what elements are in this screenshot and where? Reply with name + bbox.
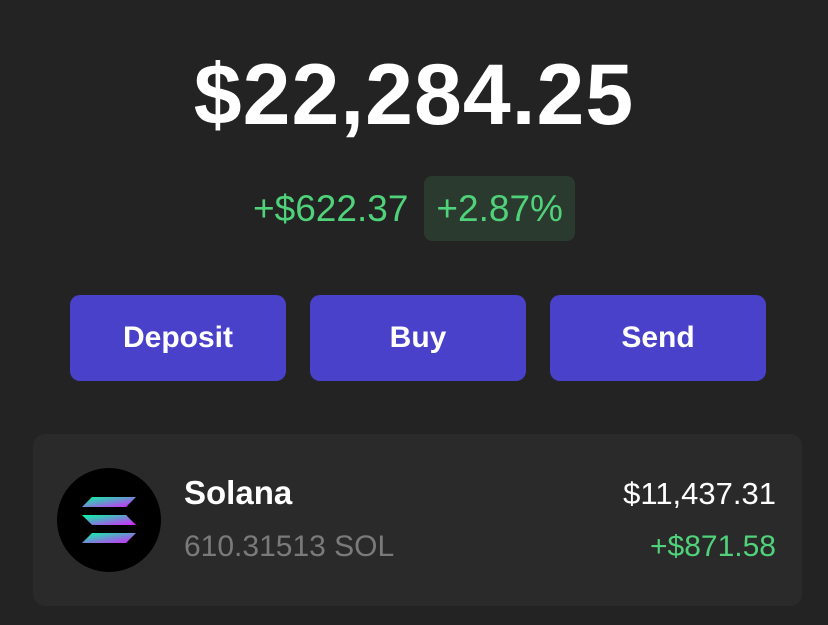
solana-icon <box>57 468 161 572</box>
send-button[interactable]: Send <box>550 295 766 381</box>
action-buttons: Deposit Buy Send <box>70 295 766 381</box>
token-change: +$871.58 <box>650 530 776 563</box>
token-value: $11,437.31 <box>623 476 776 511</box>
portfolio-change-percent-badge: +2.87% <box>424 176 575 241</box>
portfolio-balance: $22,284.25 <box>193 47 635 143</box>
portfolio-change-amount: +$622.37 <box>253 188 409 229</box>
portfolio-change-row: +$622.37 +2.87% <box>0 176 828 241</box>
token-row-solana[interactable]: Solana 610.31513 SOL $11,437.31 +$871.58 <box>33 434 802 606</box>
token-amount: 610.31513 SOL <box>184 530 395 563</box>
token-name: Solana <box>184 474 293 511</box>
buy-button[interactable]: Buy <box>310 295 526 381</box>
deposit-button[interactable]: Deposit <box>70 295 286 381</box>
